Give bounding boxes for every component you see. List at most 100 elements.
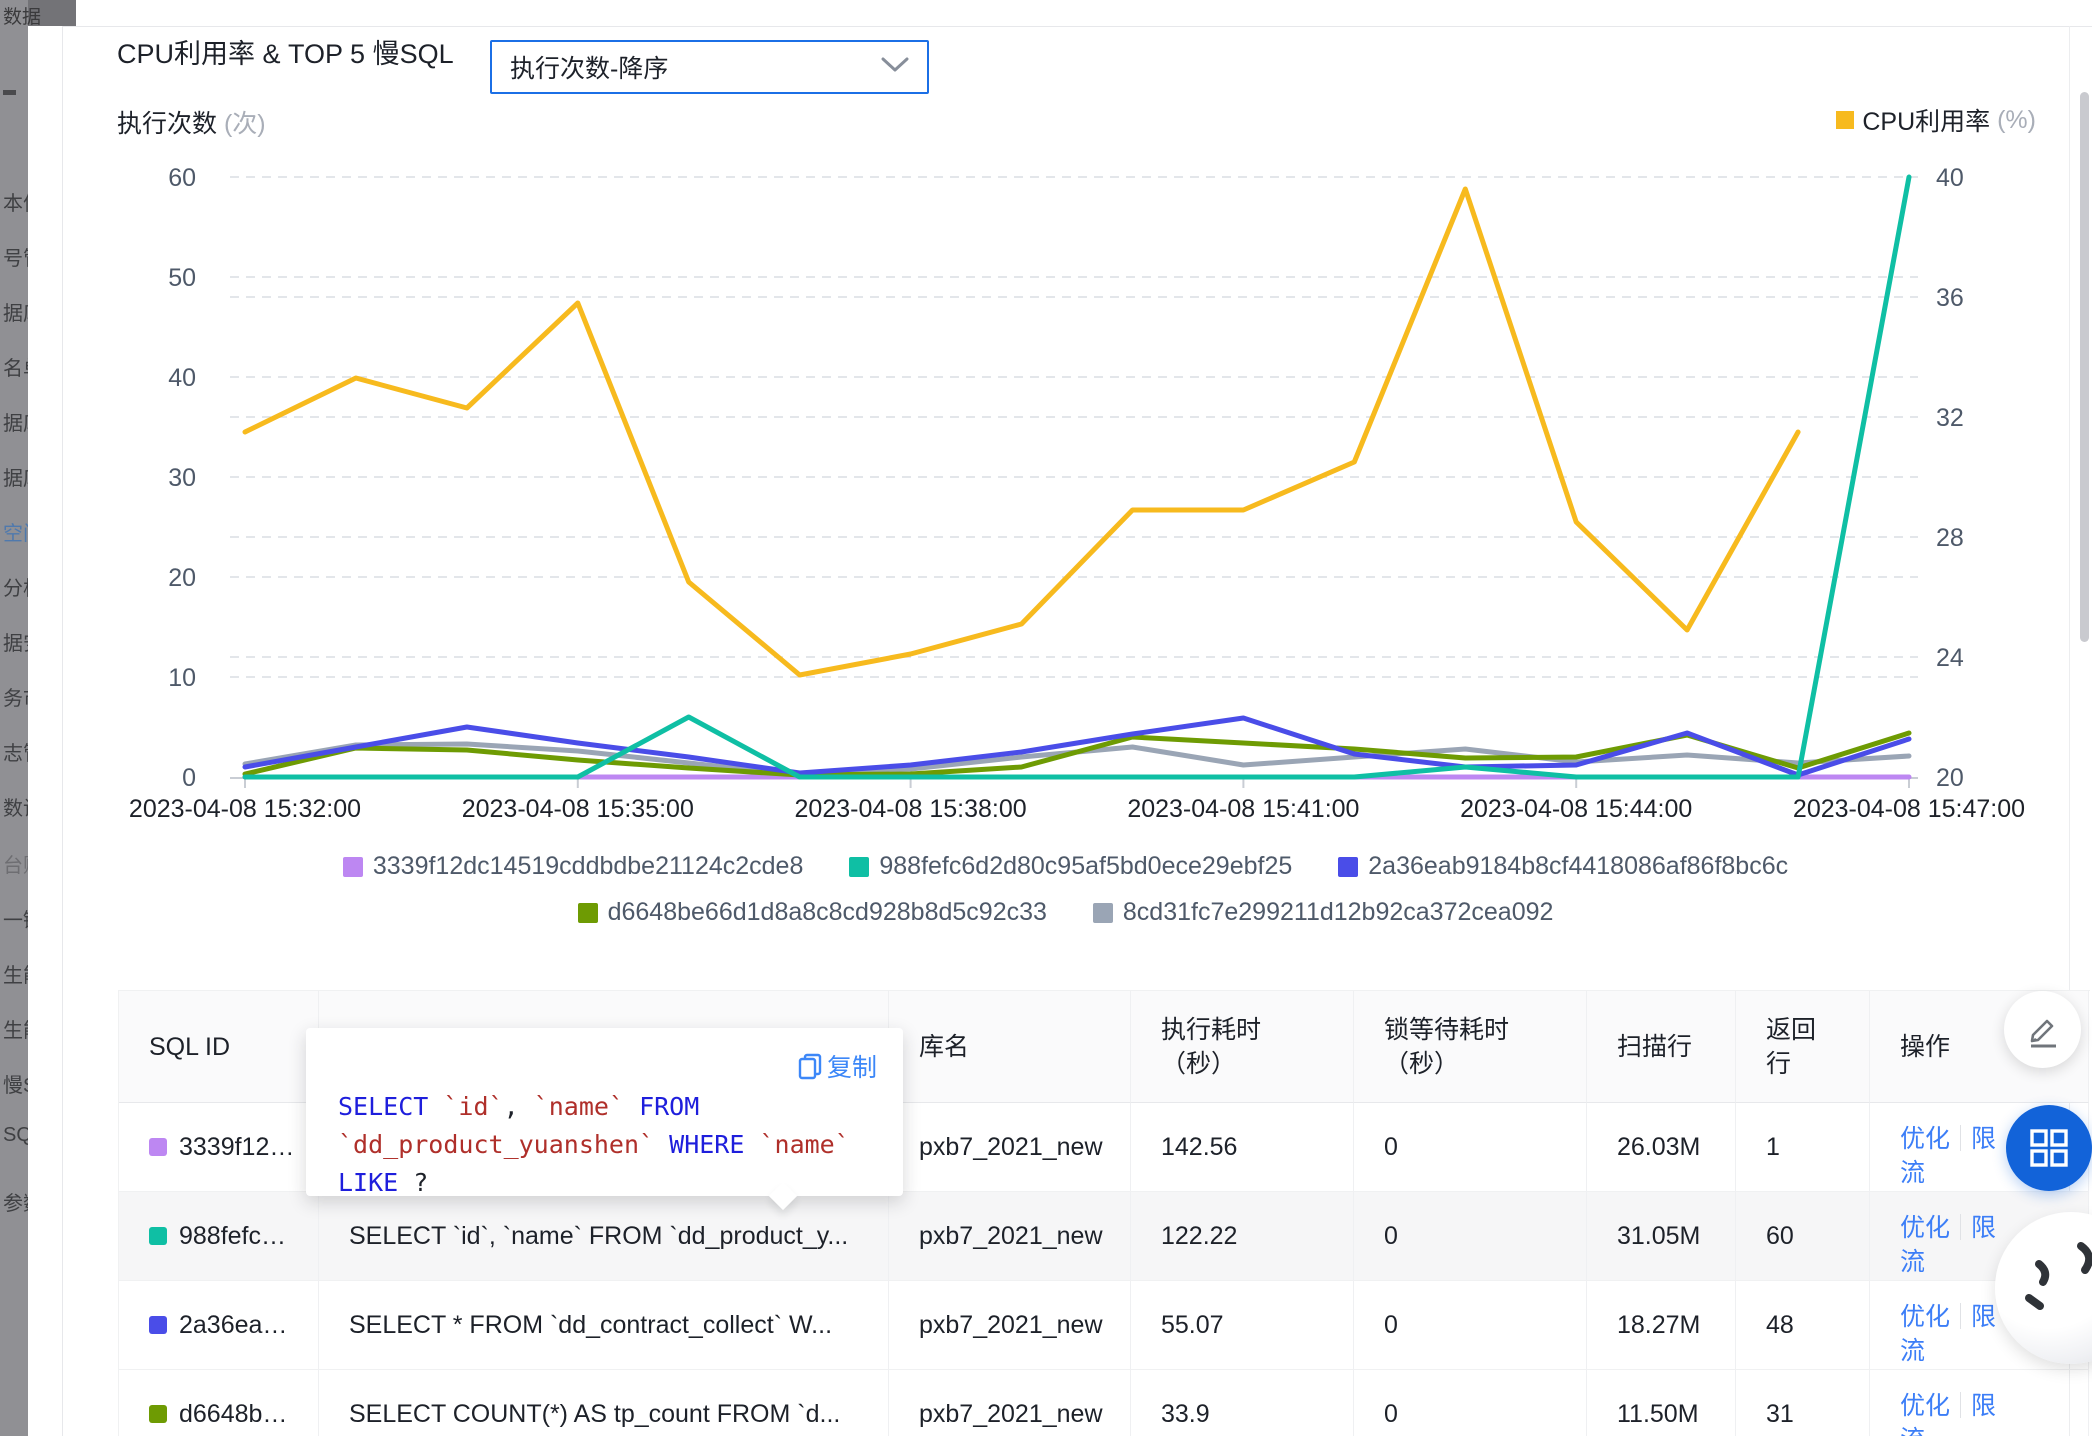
scan-rows-cell: 18.27M [1587,1281,1736,1370]
left-axis-tick-label: 0 [182,764,196,792]
legend-item-988fefc[interactable]: 988fefc6d2d80c95af5bd0ece29ebf25 [849,852,1292,881]
sidebar-item[interactable]: 志管 [3,737,28,766]
right-axis-tick-label: 32 [1936,404,1964,432]
dual-axis-line-chart: 2023-04-08 15:32:00 2023-04-08 15:35:00 20… [0,0,2092,840]
table-header-cell: 返回 行 [1736,991,1870,1103]
db-name-cell: pxb7_2021_new [889,1103,1131,1192]
grid-icon [2029,1128,2069,1168]
copy-icon [798,1053,823,1080]
legend-swatch [1093,903,1113,923]
x-axis-label: 2023-04-08 15:32:00 [129,795,361,823]
sidebar-item[interactable]: 数设 [3,792,28,821]
series-line-8cd31fc [245,744,1909,775]
assistant-mascot-ball[interactable] [1995,1212,2092,1364]
table-row: 988fefc… SELECT `id`, `name` FROM `dd_pro… [119,1192,2090,1281]
legend-label: 2a36eab9184b8cf4418086af86f8bc6c [1368,852,1788,881]
legend-item-3339f12[interactable]: 3339f12dc14519cddbdbe21124c2cde8 [343,852,804,881]
sidebar-divider [3,90,16,95]
sidebar-item[interactable]: 本信 [3,187,28,216]
sidebar-item[interactable]: 一键 [3,904,28,933]
sql-id-cell: 2a36ea… [119,1281,319,1370]
sql-id-text: 2a36ea… [179,1311,287,1340]
actions-cell: 优化限流 [1870,1370,2089,1436]
action-divider [1960,1303,1961,1329]
series-color-swatch [149,1405,167,1423]
x-axis-label: 2023-04-08 15:47:00 [1793,795,2025,823]
feedback-button[interactable] [2004,991,2081,1068]
sql-id-cell: d6648b… [119,1370,319,1436]
right-axis-tick-label: 40 [1936,164,1964,192]
left-axis-tick-label: 40 [168,364,196,392]
return-rows-cell: 1 [1736,1103,1870,1192]
legend-item-2a36eab[interactable]: 2a36eab9184b8cf4418086af86f8bc6c [1338,852,1788,881]
scan-rows-cell: 26.03M [1587,1103,1736,1192]
sql-text-cell[interactable]: SELECT * FROM `dd_contract_collect` W... [319,1281,889,1370]
legend-item-d6648be[interactable]: d6648be66d1d8a8c8cd928b8d5c92c33 [578,898,1047,927]
sidebar-item[interactable]: 慢S [3,1069,28,1098]
sidebar-item[interactable]: 生能 [3,959,28,988]
db-name-cell: pxb7_2021_new [889,1192,1131,1281]
sidebar-item[interactable]: 据库 [3,297,28,326]
sql-line: `dd_product_yuanshen` WHERE `name` [338,1126,850,1164]
table-header-cell: 执行耗时 （秒） [1131,991,1354,1103]
sql-text-tooltip: 复制 SELECT `id`, `name` FROM`dd_product_y… [306,1028,903,1196]
apps-grid-button[interactable] [2006,1105,2092,1191]
chart-legend-row-2: d6648be66d1d8a8c8cd928b8d5c92c33 8cd31fc7… [62,898,2069,927]
sidebar-item[interactable]: 参数 [3,1187,28,1216]
exec-time-cell: 33.9 [1131,1370,1354,1436]
sql-text-cell[interactable]: SELECT `id`, `name` FROM `dd_product_y..… [319,1192,889,1281]
sql-text: SELECT * FROM `dd_contract_collect` W... [349,1311,832,1340]
sql-text-cell[interactable]: SELECT COUNT(*) AS tp_count FROM `d... [319,1370,889,1436]
sidebar-item[interactable]: 号管 [3,242,28,271]
exec-time-cell: 122.22 [1131,1192,1354,1281]
right-axis-tick-label: 20 [1936,764,1964,792]
table-row: d6648b… SELECT COUNT(*) AS tp_count FROM … [119,1370,2090,1436]
sidebar-item[interactable]: 务市 [3,682,28,711]
actions: 优化限流 [1900,1193,2000,1279]
exec-time-cell: 55.07 [1131,1281,1354,1370]
sql-id: 988fefc… [149,1222,286,1251]
legend-label: 8cd31fc7e299211d12b92ca372cea092 [1123,898,1554,927]
lock-wait-cell: 0 [1354,1103,1587,1192]
return-rows-cell: 31 [1736,1370,1870,1436]
sql-text: SELECT `id`, `name` FROM `dd_product_y..… [349,1222,848,1251]
table-header-cell: 扫描行 [1587,991,1736,1103]
sidebar-item[interactable]: 台账 [3,849,28,878]
sidebar-item[interactable]: 生能 [3,1014,28,1043]
table-header-cell: 锁等待耗时 （秒） [1354,991,1587,1103]
sidebar-item[interactable]: 名单 [3,352,28,381]
legend-label: 3339f12dc14519cddbdbe21124c2cde8 [373,852,804,881]
sidebar-item[interactable]: 据库 [3,462,28,491]
table-header-cell: SQL ID [119,991,319,1103]
legend-item-8cd31fc[interactable]: 8cd31fc7e299211d12b92ca372cea092 [1093,898,1554,927]
sql-line: SELECT `id`, `name` FROM [338,1088,850,1126]
sql-id-text: d6648b… [179,1400,287,1429]
x-axis-label: 2023-04-08 15:44:00 [1460,795,1692,823]
sidebar-item[interactable]: 分析 [3,572,28,601]
sql-statement-text: SELECT `id`, `name` FROM`dd_product_yuan… [338,1088,850,1202]
sql-id-cell: 988fefc… [119,1192,319,1281]
copy-sql-button[interactable]: 复制 [798,1048,877,1084]
optimize-link[interactable]: 优化 [1900,1125,1950,1153]
legend-swatch [578,903,598,923]
series-color-swatch [149,1138,167,1156]
sidebar-item[interactable]: 据库 [3,407,28,436]
x-axis-label: 2023-04-08 15:35:00 [462,795,694,823]
legend-label: 988fefc6d2d80c95af5bd0ece29ebf25 [879,852,1292,881]
optimize-link[interactable]: 优化 [1900,1392,1950,1420]
lock-wait-cell: 0 [1354,1370,1587,1436]
sql-id-cell: 3339f12… [119,1103,319,1192]
x-axis-label: 2023-04-08 15:41:00 [1127,795,1359,823]
right-axis-tick-label: 24 [1936,644,1964,672]
sidebar-item[interactable]: 据安 [3,627,28,656]
optimize-link[interactable]: 优化 [1900,1214,1950,1242]
sidebar-item[interactable]: SQ [3,1124,28,1147]
db-name-cell: pxb7_2021_new [889,1370,1131,1436]
db-name-cell: pxb7_2021_new [889,1281,1131,1370]
actions: 优化限流 [1900,1371,2000,1436]
left-axis-tick-label: 50 [168,264,196,292]
chart-legend-row-1: 3339f12dc14519cddbdbe21124c2cde8 988fefc6… [62,852,2069,881]
return-rows-cell: 48 [1736,1281,1870,1370]
optimize-link[interactable]: 优化 [1900,1303,1950,1331]
sidebar-item-active[interactable]: 空间 [3,517,28,546]
